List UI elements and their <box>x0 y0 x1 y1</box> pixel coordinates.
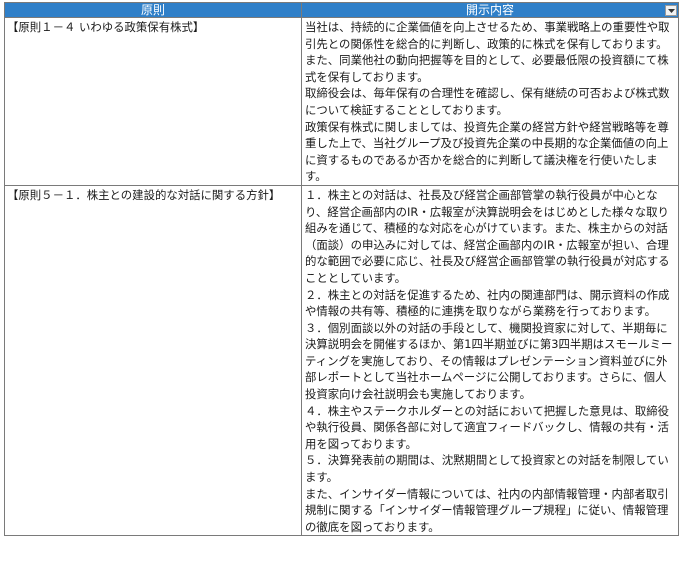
disclosure-paragraph: 取締役会は、毎年保有の合理性を確認し、保有継続の可否および株式数について検証する… <box>305 86 670 117</box>
disclosure-paragraph: ３．個別面談以外の対話の手段として、機関投資家に対して、半期毎に決算説明会を開催… <box>305 320 673 402</box>
disclosure-paragraph: 政策保有株式に関しましては、投資先企業の経営方針や経営戦略等を尊重した上で、当社… <box>305 119 669 184</box>
header-row: 原則 開示内容 <box>4 2 679 18</box>
table-row: 【原則５－１．株主との建設的な対話に関する方針】 １．株主との対話は、社長及び経… <box>4 184 679 537</box>
disclosure-sheet: 原則 開示内容 【原則１－４ いわゆる政策保有株式】 当社は、持続的に企業価値を… <box>4 2 679 567</box>
column-header-disclosure-label: 開示内容 <box>465 3 514 17</box>
disclosure-paragraph: 当社は、持続的に企業価値を向上させるため、事業戦略上の重要性や取引先との関係性を… <box>305 20 670 84</box>
table-row: 【原則１－４ いわゆる政策保有株式】 当社は、持続的に企業価値を向上させるため、… <box>4 17 679 186</box>
principle-cell[interactable]: 【原則５－１．株主との建設的な対話に関する方針】 <box>4 184 302 537</box>
disclosure-paragraph: ５．決算発表前の期間は、沈黙期間として投資家との対話を制限しています。 <box>305 453 669 485</box>
filter-dropdown-button[interactable] <box>665 5 677 16</box>
principle-cell[interactable]: 【原則１－４ いわゆる政策保有株式】 <box>4 17 302 186</box>
disclosure-paragraph: ２．株主との対話を促進するため、社内の関連部門は、開示資料の作成や情報の共有等、… <box>305 287 670 319</box>
disclosure-paragraph: ４．株主やステークホルダーとの対話において把握した意見は、取締役や執行役員、関係… <box>305 403 670 451</box>
disclosure-cell[interactable]: １．株主との対話は、社長及び経営企画部管掌の執行役員が中心となり、経営企画部内の… <box>301 184 679 537</box>
dropdown-arrow-icon <box>668 9 675 13</box>
disclosure-cell[interactable]: 当社は、持続的に企業価値を向上させるため、事業戦略上の重要性や取引先との関係性を… <box>301 17 679 186</box>
disclosure-table: 原則 開示内容 【原則１－４ いわゆる政策保有株式】 当社は、持続的に企業価値を… <box>4 2 679 537</box>
disclosure-paragraph: １．株主との対話は、社長及び経営企画部管掌の執行役員が中心となり、経営企画部内の… <box>305 187 670 285</box>
column-header-principle[interactable]: 原則 <box>4 2 302 18</box>
column-header-disclosure[interactable]: 開示内容 <box>301 2 679 18</box>
disclosure-paragraph: また、インサイダー情報については、社内の内部情報管理・内部者取引規制に関する「イ… <box>305 486 669 534</box>
